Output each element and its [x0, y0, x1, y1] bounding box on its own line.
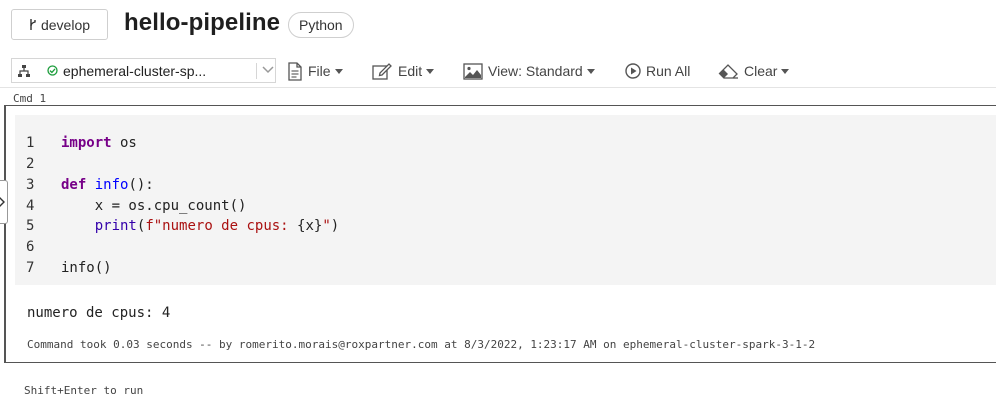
image-icon — [463, 62, 483, 80]
line-number: 6 — [26, 239, 35, 255]
clear-label: Clear — [744, 63, 778, 79]
line-number: 4 — [26, 198, 35, 214]
chevron-down-icon[interactable] — [261, 65, 275, 75]
cluster-tree-icon — [18, 64, 30, 77]
code-line[interactable]: 6 — [15, 237, 996, 257]
cluster-selector[interactable]: ephemeral-cluster-sp... — [11, 58, 276, 83]
code-token: x = os.cpu_count() — [61, 198, 247, 214]
chevron-right-icon — [0, 197, 5, 207]
code-token: import — [61, 135, 112, 151]
code-token: f"numero de cpus: — [145, 218, 298, 234]
view-label: View: Standard — [488, 63, 583, 79]
edit-icon — [372, 63, 392, 80]
clear-caret-icon — [781, 68, 790, 74]
line-number: 7 — [26, 260, 35, 276]
file-caret-icon — [334, 68, 343, 74]
cluster-status-icon — [47, 65, 58, 76]
play-icon — [625, 63, 641, 79]
code-token: info() — [61, 260, 112, 276]
language-badge[interactable]: Python — [288, 12, 354, 38]
cluster-divider — [256, 63, 257, 79]
toolbar-divider — [0, 87, 996, 88]
notebook-title[interactable]: hello-pipeline — [124, 9, 280, 37]
cell-output: numero de cpus: 4 — [27, 305, 171, 321]
eraser-icon — [718, 63, 738, 79]
edit-label: Edit — [398, 63, 423, 79]
code-line[interactable]: 2 — [15, 154, 996, 174]
code-token: print — [94, 218, 137, 234]
clear-menu[interactable]: Clear — [718, 60, 790, 82]
run-all-button[interactable]: Run All — [625, 60, 690, 82]
file-icon — [288, 61, 302, 81]
code-token: (): — [128, 177, 154, 193]
cluster-name: ephemeral-cluster-sp... — [63, 62, 207, 79]
code-token: " — [322, 218, 331, 234]
branch-button[interactable]: develop — [11, 9, 108, 40]
code-line[interactable]: 5 print(f"numero de cpus: {x}") — [15, 216, 996, 236]
line-number: 2 — [26, 156, 35, 172]
cell-collapse-handle[interactable] — [0, 180, 8, 224]
cell-command-label: Cmd 1 — [13, 92, 47, 105]
git-branch-icon — [30, 19, 36, 30]
line-number: 1 — [26, 135, 35, 151]
code-line[interactable]: 7 info() — [15, 258, 996, 278]
code-text: x = os.cpu_count() — [61, 196, 247, 216]
code-text: info() — [61, 258, 112, 278]
code-token: info — [94, 177, 129, 193]
branch-label: develop — [40, 16, 91, 33]
code-text: print(f"numero de cpus: {x}") — [61, 216, 339, 236]
file-menu[interactable]: File — [287, 60, 343, 82]
code-token: os — [111, 135, 137, 151]
code-token: def — [61, 177, 87, 193]
code-token: {x} — [297, 218, 323, 234]
line-number: 5 — [26, 218, 35, 234]
view-caret-icon — [586, 68, 595, 74]
code-line[interactable]: 4 x = os.cpu_count() — [15, 196, 996, 216]
code-editor[interactable]: 1 import os 2 3 def info(): 4 x = os.cpu_coun… — [15, 115, 996, 285]
view-menu[interactable]: View: Standard — [463, 60, 595, 82]
file-label: File — [308, 63, 331, 79]
run-shortcut-hint: Shift+Enter to run — [24, 384, 144, 397]
code-text: def info(): — [61, 175, 154, 195]
code-line[interactable]: 1 import os — [15, 133, 996, 153]
run-all-label: Run All — [646, 63, 691, 79]
line-number: 3 — [26, 177, 35, 193]
edit-menu[interactable]: Edit — [372, 60, 435, 82]
code-text: import os — [61, 133, 137, 153]
command-took-status: Command took 0.03 seconds -- by romerito… — [27, 338, 816, 351]
code-line[interactable]: 3 def info(): — [15, 175, 996, 195]
edit-caret-icon — [426, 68, 435, 74]
code-token: ) — [330, 218, 340, 234]
